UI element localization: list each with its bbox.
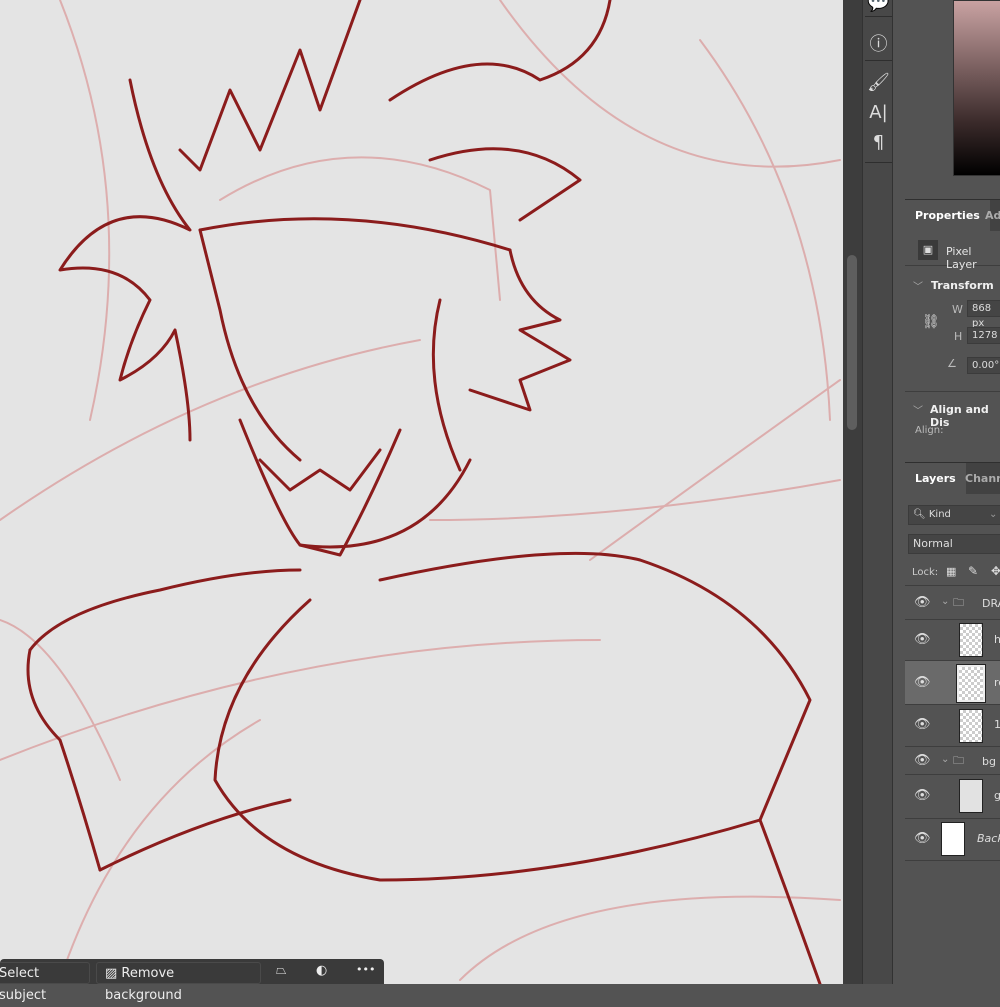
folder-icon: 🗀 xyxy=(953,596,964,609)
more-options-button[interactable]: ••• xyxy=(356,963,375,976)
panel-gap xyxy=(893,0,905,984)
sketch-artwork xyxy=(0,0,841,984)
h-label: H xyxy=(954,330,963,343)
layer-name: re xyxy=(994,676,1000,689)
right-panel: Properties Adj ▣ Pixel Layer ﹀ Transform… xyxy=(905,0,1000,984)
tab-adjustments[interactable]: Adj xyxy=(975,200,1000,232)
lock-brush-icon[interactable]: ✎ xyxy=(968,564,978,578)
width-field[interactable]: 868 px xyxy=(967,300,1000,329)
divider xyxy=(905,391,1000,392)
document-canvas[interactable] xyxy=(0,0,843,984)
eye-icon[interactable]: 👁︎ xyxy=(914,675,931,690)
transform-header[interactable]: Transform xyxy=(931,279,994,292)
tab-channels[interactable]: Channe xyxy=(955,463,1000,495)
transform-icon[interactable]: ⏢ xyxy=(276,963,286,978)
lock-label: Lock: xyxy=(912,567,939,578)
chevron-down-icon[interactable]: ⌄ xyxy=(941,596,949,607)
chevron-down-icon[interactable]: ⌄ xyxy=(941,754,949,765)
character-icon[interactable]: A| xyxy=(863,102,894,123)
eye-icon[interactable]: 👁︎ xyxy=(914,595,931,610)
brush-settings-icon[interactable]: 🖌 xyxy=(863,72,894,93)
color-picker-field[interactable] xyxy=(953,0,1000,176)
paragraph-icon[interactable]: ¶ xyxy=(863,132,894,153)
layer-row-background[interactable]: 👁︎ Back xyxy=(905,818,1000,860)
layer-name: DRA xyxy=(982,597,1000,610)
search-icon: 🔍︎ xyxy=(913,509,929,520)
layer-thumbnail xyxy=(959,623,983,657)
eye-icon[interactable]: 👁︎ xyxy=(914,753,931,768)
folder-icon: 🗀 xyxy=(953,754,964,767)
layer-thumbnail xyxy=(959,709,983,743)
layer-name: bg xyxy=(982,755,996,768)
link-icon[interactable]: ⛓ xyxy=(922,314,940,330)
height-field[interactable]: 1278 xyxy=(967,327,1000,344)
layer-thumbnail xyxy=(941,822,965,856)
eye-icon[interactable]: 👁︎ xyxy=(914,717,931,732)
lock-move-icon[interactable]: ✥ xyxy=(991,564,1000,578)
info-icon[interactable]: ⓘ xyxy=(863,30,894,56)
layer-type-row: ▣ Pixel Layer xyxy=(905,236,1000,271)
w-label: W xyxy=(952,303,963,316)
chevron-down-icon[interactable]: ﹀ xyxy=(913,278,923,293)
eye-icon[interactable]: 👁︎ xyxy=(914,632,931,647)
layer-row[interactable]: 👁︎ 1 xyxy=(905,704,1000,746)
angle-field[interactable]: 0.00° xyxy=(967,357,1000,374)
layer-thumbnail xyxy=(959,779,983,813)
divider xyxy=(865,16,892,17)
layer-row[interactable]: 👁︎ g xyxy=(905,774,1000,818)
layer-name: h xyxy=(994,633,1000,646)
comment-icon[interactable]: 💬 xyxy=(863,0,894,13)
layer-row-selected[interactable]: 👁︎ re xyxy=(905,660,1000,704)
layer-name: Back xyxy=(977,832,1000,845)
layer-row[interactable]: 👁︎ h xyxy=(905,619,1000,660)
contextual-task-bar: Select subject ▨ Remove background ⏢ ◐ •… xyxy=(0,959,384,1003)
vertical-scrollbar[interactable] xyxy=(843,0,862,984)
layer-filter-dropdown[interactable]: 🔍︎ Kind ⌄ xyxy=(908,505,1000,525)
angle-icon: ∠ xyxy=(947,357,957,370)
layer-name: g xyxy=(994,789,1000,802)
layer-thumbnail xyxy=(956,664,986,703)
eye-icon[interactable]: 👁︎ xyxy=(914,788,931,803)
chevron-down-icon[interactable]: ﹀ xyxy=(913,402,923,417)
adjust-icon[interactable]: ◐ xyxy=(316,963,327,978)
align-label: Align: xyxy=(915,425,944,436)
panel-icon-strip: 💬 ⓘ 🖌 A| ¶ xyxy=(862,0,893,984)
layer-name: 1 xyxy=(994,718,1000,731)
blend-mode-dropdown[interactable]: Normal xyxy=(908,534,1000,554)
remove-background-button[interactable]: ▨ Remove background xyxy=(96,962,261,1003)
layers-tabbar: Layers Channe xyxy=(905,462,1000,495)
lock-transparent-icon[interactable]: ▦ xyxy=(946,565,956,578)
divider xyxy=(865,162,892,163)
layer-row-group[interactable]: 👁︎ ⌄ 🗀 bg xyxy=(905,746,1000,774)
properties-tabbar: Properties Adj xyxy=(905,199,1000,232)
scrollbar-thumb[interactable] xyxy=(847,255,857,430)
eye-icon[interactable]: 👁︎ xyxy=(914,831,931,846)
image-icon: ▨ xyxy=(105,966,122,981)
divider xyxy=(905,860,1000,861)
filter-label: Kind xyxy=(928,509,951,520)
layer-row-group[interactable]: 👁︎ ⌄ 🗀 DRA xyxy=(905,585,1000,619)
layer-type-label: Pixel Layer xyxy=(946,245,977,271)
pixel-layer-icon: ▣ xyxy=(918,240,938,260)
divider xyxy=(865,60,892,61)
chevron-down-icon: ⌄ xyxy=(989,509,998,520)
select-subject-button[interactable]: Select subject xyxy=(0,962,90,1003)
